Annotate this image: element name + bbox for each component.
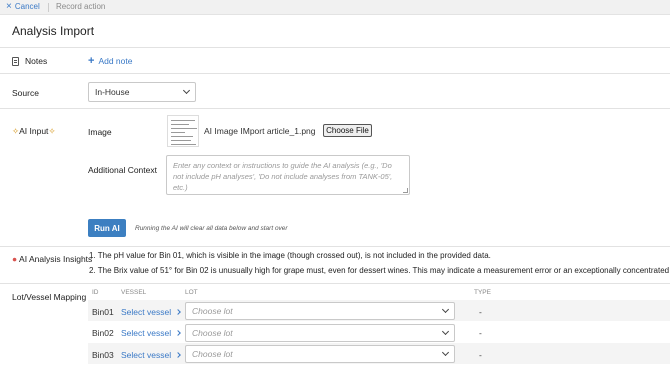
ai-insights-label: ● AI Analysis Insights <box>12 254 92 264</box>
notes-label: Notes <box>12 56 47 66</box>
column-header-type: TYPE <box>474 289 491 296</box>
lot-select[interactable]: Choose lot <box>185 324 455 342</box>
source-value: In-House <box>95 87 130 97</box>
image-thumbnail <box>167 115 199 147</box>
chevron-right-icon <box>175 309 181 315</box>
additional-context-textarea[interactable]: Enter any context or instructions to gui… <box>166 155 410 195</box>
add-note-button[interactable]: + Add note <box>88 54 133 67</box>
chevron-down-icon <box>441 348 450 357</box>
run-ai-button[interactable]: Run AI <box>88 219 126 237</box>
select-vessel-link[interactable]: Select vessel <box>121 350 181 360</box>
chevron-down-icon <box>441 305 450 314</box>
lot-placeholder: Choose lot <box>192 328 233 338</box>
lot-vessel-mapping-label: Lot/Vessel Mapping <box>12 292 87 302</box>
context-placeholder: Enter any context or instructions to gui… <box>173 161 393 192</box>
chevron-down-icon <box>182 86 191 95</box>
select-vessel-link[interactable]: Select vessel <box>121 328 181 338</box>
insight-item: 2. The Brix value of 51° for Bin 02 is u… <box>89 266 670 275</box>
divider <box>0 283 670 284</box>
type-value: - <box>479 328 482 338</box>
plus-icon: + <box>88 54 95 67</box>
close-icon: × <box>6 1 12 12</box>
lot-select[interactable]: Choose lot <box>185 302 455 320</box>
file-name: AI Image IMport article_1.png <box>204 126 316 136</box>
column-header-id: ID <box>92 289 99 296</box>
divider <box>48 3 49 12</box>
add-note-label: Add note <box>98 56 133 66</box>
divider <box>0 47 670 48</box>
sparkle-icon: ✧ <box>48 126 56 136</box>
run-ai-note: Running the AI will clear all data below… <box>135 225 288 232</box>
row-id: Bin02 <box>92 328 114 338</box>
column-header-vessel: VESSEL <box>121 289 147 296</box>
record-action-label: Record action <box>56 2 106 11</box>
lot-select[interactable]: Choose lot <box>185 345 455 363</box>
lot-placeholder: Choose lot <box>192 306 233 316</box>
chevron-right-icon <box>175 330 181 336</box>
page-title: Analysis Import <box>12 24 95 38</box>
notes-label-text: Notes <box>25 56 48 66</box>
resize-handle-icon[interactable] <box>403 188 408 193</box>
document-icon <box>12 56 19 66</box>
vessel-label: Select vessel <box>121 350 172 360</box>
ai-insights-label-text: AI Analysis Insights <box>19 254 93 264</box>
row-id: Bin01 <box>92 307 114 317</box>
source-label: Source <box>12 88 39 98</box>
vessel-label: Select vessel <box>121 307 172 317</box>
vessel-label: Select vessel <box>121 328 172 338</box>
ai-input-label-text: AI Input <box>19 126 49 136</box>
type-value: - <box>479 307 482 317</box>
image-label: Image <box>88 127 112 137</box>
lot-placeholder: Choose lot <box>192 349 233 359</box>
chevron-right-icon <box>175 352 181 358</box>
cancel-label: Cancel <box>14 2 40 11</box>
cancel-button[interactable]: × Cancel <box>6 1 40 12</box>
divider <box>0 73 670 74</box>
additional-context-label: Additional Context <box>88 165 157 175</box>
row-id: Bin03 <box>92 350 114 360</box>
divider <box>0 108 670 109</box>
source-select[interactable]: In-House <box>88 82 196 102</box>
choose-file-button[interactable]: Choose File <box>323 124 372 137</box>
brain-icon: ● <box>12 254 18 264</box>
divider <box>0 246 670 247</box>
top-action-bar: × Cancel Record action <box>0 0 670 15</box>
insight-item: 1. The pH value for Bin 01, which is vis… <box>89 251 491 260</box>
ai-input-label: ✧AI Input✧ <box>12 126 56 137</box>
chevron-down-icon <box>441 327 450 336</box>
column-header-lot: LOT <box>185 289 198 296</box>
select-vessel-link[interactable]: Select vessel <box>121 307 181 317</box>
type-value: - <box>479 350 482 360</box>
